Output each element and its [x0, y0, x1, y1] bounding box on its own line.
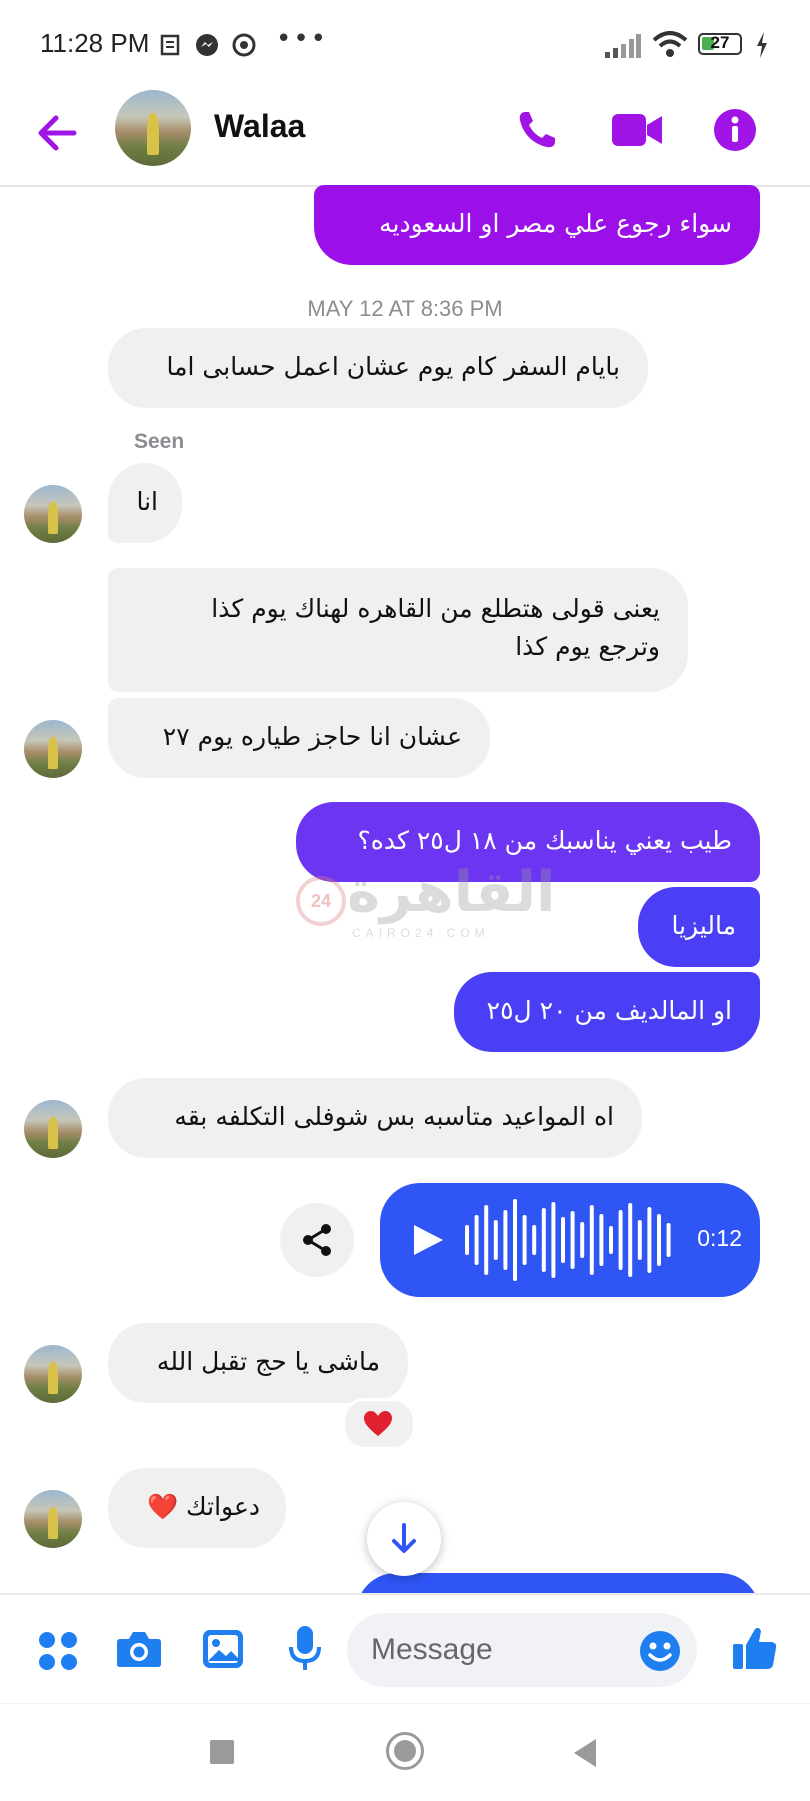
- seen-label: Seen: [134, 430, 185, 453]
- charging-icon: [757, 32, 767, 58]
- message-bubble-incoming[interactable]: عشان انا حاجز طياره يوم ٢٧: [108, 698, 490, 778]
- status-time: 11:28 PM: [40, 28, 150, 58]
- watermark-subtext: CAIRO24.COM: [352, 926, 490, 940]
- message-bubble-incoming[interactable]: يعنى قولى هتطلع من القاهره لهناك يوم كذا…: [108, 568, 688, 692]
- share-button[interactable]: [280, 1203, 354, 1277]
- waveform-bar: [513, 1199, 517, 1281]
- message-text: طيب يعني يناسبك من ١٨ ل٢٥ كده؟: [357, 826, 732, 855]
- more-dots-icon: •••: [276, 24, 329, 54]
- message-text-line: يعنى قولى هتطلع من القاهره لهناك يوم كذا: [211, 594, 660, 623]
- waveform-bar: [561, 1217, 565, 1263]
- message-text: انا: [136, 487, 158, 516]
- signal-icon: [605, 34, 641, 58]
- system-nav-bar: [0, 1703, 810, 1801]
- message-composer: [0, 1593, 810, 1705]
- message-text: ماليزيا: [671, 911, 736, 940]
- waveform-bar: [484, 1205, 489, 1275]
- chrome-icon: [232, 33, 256, 57]
- message-bubble-incoming[interactable]: بايام السفر كام يوم عشان اعمل حسابى اما: [108, 328, 648, 408]
- waveform-bar: [637, 1220, 642, 1260]
- waveform-bar: [474, 1215, 479, 1265]
- thumbs-up-icon[interactable]: [732, 1625, 778, 1671]
- chat-header: Walaa: [0, 90, 810, 187]
- waveform-bar: [465, 1225, 469, 1255]
- message-text: اه المواعيد متاسبه بس شوفلى التكلفه بقه: [174, 1102, 614, 1131]
- waveform-bar: [628, 1203, 633, 1277]
- message-text: بايام السفر كام يوم عشان اعمل حسابى اما: [166, 352, 620, 381]
- waveform-bar: [599, 1214, 604, 1266]
- voice-duration: 0:12: [697, 1225, 742, 1251]
- contact-avatar[interactable]: [115, 90, 191, 166]
- phone-icon[interactable]: [515, 108, 559, 152]
- message-text: دعواتك ❤️: [146, 1492, 260, 1521]
- sender-avatar[interactable]: [24, 485, 82, 543]
- waveform-bar: [618, 1210, 623, 1270]
- voice-message-bubble[interactable]: 0:12: [380, 1183, 760, 1297]
- message-bubble-outgoing[interactable]: ماليزيا: [638, 887, 760, 967]
- message-reaction[interactable]: [342, 1398, 416, 1450]
- scroll-to-bottom-button[interactable]: [367, 1502, 441, 1576]
- message-bubble-incoming[interactable]: دعواتك ❤️: [108, 1468, 286, 1548]
- play-icon[interactable]: [410, 1222, 446, 1258]
- sender-avatar[interactable]: [24, 720, 82, 778]
- watermark-logo: 24 القاهرة CAIRO24.COM: [292, 860, 555, 950]
- waveform-bar: [532, 1225, 537, 1255]
- message-text: ماشى يا حج تقبل الله: [156, 1347, 380, 1376]
- waveform-bar: [589, 1205, 594, 1275]
- message-text: عشان انا حاجز طياره يوم ٢٧: [162, 722, 462, 751]
- message-bubble-outgoing[interactable]: او المالديف من ٢٠ ل٢٥: [454, 972, 760, 1052]
- sender-avatar[interactable]: [24, 1345, 82, 1403]
- watermark-text: القاهرة: [347, 860, 556, 925]
- contact-name[interactable]: Walaa: [214, 108, 305, 145]
- message-bubble-incoming[interactable]: اه المواعيد متاسبه بس شوفلى التكلفه بقه: [108, 1078, 642, 1158]
- wifi-icon: [652, 31, 688, 57]
- microphone-icon[interactable]: [288, 1625, 322, 1671]
- messenger-icon: [196, 34, 218, 56]
- waveform-bar: [570, 1211, 575, 1269]
- recents-square-icon[interactable]: [210, 1740, 234, 1764]
- timestamp: MAY 12 AT 8:36 PM: [307, 296, 503, 321]
- news-icon: [160, 34, 180, 56]
- camera-icon[interactable]: [116, 1629, 162, 1669]
- battery-level: 27: [710, 33, 730, 52]
- share-icon: [303, 1224, 331, 1256]
- apps-grid-icon[interactable]: [38, 1631, 78, 1671]
- message-text: سواء رجوع علي مصر او السعوديه: [379, 209, 732, 238]
- waveform-bar: [609, 1226, 613, 1254]
- waveform-bar: [493, 1220, 498, 1260]
- waveform: [465, 1199, 671, 1281]
- heart-emoji-icon: [364, 1411, 392, 1436]
- info-icon[interactable]: [713, 108, 757, 152]
- arrow-down-icon: [392, 1523, 416, 1553]
- message-text-line: وترجع يوم كذا: [515, 632, 660, 661]
- sender-avatar[interactable]: [24, 1100, 82, 1158]
- video-camera-icon[interactable]: [612, 112, 662, 148]
- waveform-bar: [647, 1207, 652, 1273]
- waveform-bar: [666, 1223, 671, 1257]
- home-circle-icon[interactable]: [386, 1732, 424, 1770]
- sender-avatar[interactable]: [24, 1490, 82, 1548]
- waveform-bar: [503, 1210, 508, 1270]
- battery-icon: 27: [698, 33, 742, 55]
- gallery-icon[interactable]: [202, 1629, 244, 1669]
- message-bubble-incoming[interactable]: انا: [108, 463, 182, 543]
- waveform-bar: [522, 1215, 527, 1265]
- waveform-bar: [580, 1222, 585, 1258]
- waveform-bar: [551, 1202, 556, 1278]
- arrow-left-icon[interactable]: [36, 112, 78, 154]
- status-bar: 11:28 PM ••• 27: [0, 0, 810, 90]
- back-triangle-icon[interactable]: [572, 1738, 598, 1768]
- waveform-bar: [541, 1208, 546, 1272]
- emoji-icon[interactable]: [639, 1630, 681, 1672]
- message-text: او المالديف من ٢٠ ل٢٥: [486, 996, 732, 1025]
- watermark-badge: 24: [296, 876, 346, 926]
- message-bubble-incoming[interactable]: ماشى يا حج تقبل الله: [108, 1323, 408, 1403]
- message-bubble-outgoing[interactable]: سواء رجوع علي مصر او السعوديه: [314, 185, 760, 265]
- waveform-bar: [657, 1214, 661, 1266]
